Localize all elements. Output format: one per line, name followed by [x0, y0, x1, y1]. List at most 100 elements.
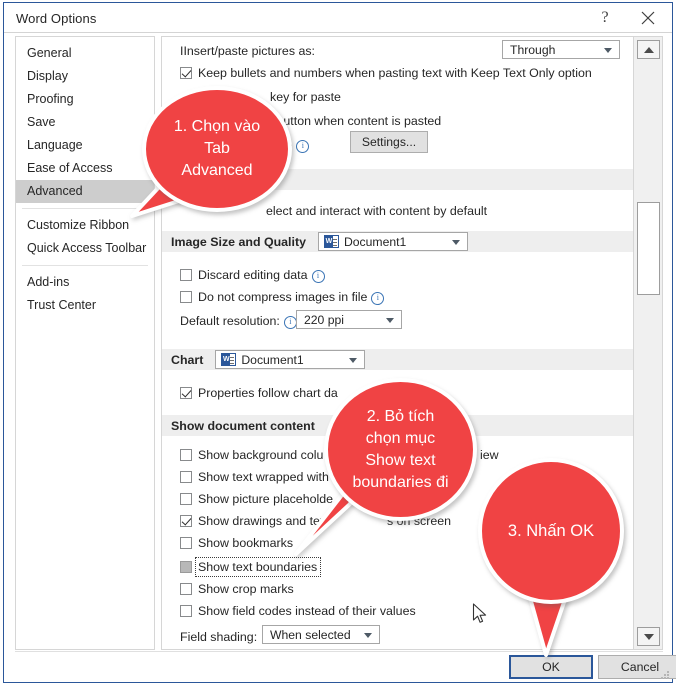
sidebar-item-quick-access-toolbar[interactable]: Quick Access Toolbar: [16, 237, 154, 260]
show-paste-options-label: ns button when content is pasted: [260, 114, 442, 128]
show-bookmarks-checkbox[interactable]: [180, 537, 192, 549]
select-interact-label: elect and interact with content by defau…: [266, 204, 488, 218]
do-not-compress-label: Do not compress images in file: [198, 290, 368, 304]
use-draft-font-label: Use draft font in Draft and Outline view: [198, 648, 411, 649]
sidebar-item-display[interactable]: Display: [16, 65, 154, 88]
show-document-content-title: Show document content: [171, 418, 315, 433]
info-icon[interactable]: i: [311, 270, 325, 283]
select-interact-row[interactable]: elect and interact with content by defau…: [266, 203, 487, 219]
image-size-quality-title: Image Size and Quality: [171, 234, 306, 249]
options-content-pane: IInsert/paste pictures as: Through Keep …: [161, 36, 663, 650]
image-scope-combo[interactable]: Document1: [317, 232, 468, 251]
show-background-colors-checkbox[interactable]: [180, 449, 192, 461]
callout-1-tail: [130, 154, 190, 218]
insert-key-for-paste-row[interactable]: key for paste: [270, 89, 341, 105]
info-icon[interactable]: i: [296, 140, 310, 153]
chevron-down-icon: [349, 357, 358, 363]
smart-cut-paste-label: paste: [262, 138, 293, 152]
scrollbar-thumb[interactable]: [637, 202, 660, 295]
cancel-button-label: Cancel: [620, 660, 660, 674]
show-paste-options-row[interactable]: ns button when content is pasted: [260, 113, 441, 129]
show-document-content-section: Show document content: [162, 415, 634, 436]
triangle-down-icon: [643, 633, 654, 640]
show-bookmarks-label: Show bookmarks: [198, 536, 294, 550]
ok-button-label: OK: [542, 660, 560, 674]
chart-section: Chart Document1: [162, 349, 634, 370]
use-draft-font-checkbox[interactable]: [180, 649, 192, 650]
show-background-colors-label-tail: iew: [480, 448, 499, 462]
default-resolution-label: Default resolution: i: [180, 313, 297, 329]
show-crop-marks-checkbox[interactable]: [180, 583, 192, 595]
callout-3-tail: [520, 567, 576, 657]
show-text-boundaries-row[interactable]: Show text boundaries: [180, 557, 322, 577]
word-document-icon: [221, 353, 237, 366]
show-field-codes-checkbox[interactable]: [180, 605, 192, 617]
title-bar: Word Options ?: [4, 3, 672, 33]
category-sidebar[interactable]: General Display Proofing Save Language E…: [15, 36, 155, 650]
properties-follow-chart-row[interactable]: Properties follow chart da: [180, 385, 338, 401]
show-drawings-checkbox[interactable]: [180, 515, 192, 527]
chevron-down-icon: [386, 317, 394, 323]
settings-button[interactable]: Settings...: [350, 131, 428, 153]
insert-paste-pictures-combo[interactable]: Through: [502, 40, 620, 59]
resize-grip-icon[interactable]: [658, 668, 670, 680]
default-resolution-value: 220 ppi: [304, 312, 344, 327]
chevron-down-icon: [604, 47, 612, 53]
word-document-icon: [323, 235, 339, 248]
field-shading-label: Field shading:: [180, 630, 258, 644]
do-not-compress-checkbox[interactable]: [180, 291, 192, 303]
show-drawings-label-tail: s on screen: [387, 514, 452, 528]
properties-follow-chart-checkbox[interactable]: [180, 387, 192, 399]
field-shading-combo[interactable]: When selected: [262, 625, 380, 644]
chart-scope-combo[interactable]: Document1: [215, 350, 366, 369]
scroll-down-button[interactable]: [637, 627, 660, 646]
insert-paste-pictures-value: Through: [510, 42, 556, 57]
discard-editing-data-row[interactable]: Discard editing data i: [180, 267, 325, 283]
content-scrollbar[interactable]: [633, 37, 662, 649]
keep-bullets-row[interactable]: Keep bullets and numbers when pasting te…: [180, 65, 592, 81]
insert-paste-pictures-label: IInsert/paste pictures as:: [180, 44, 315, 58]
sidebar-item-trust-center[interactable]: Trust Center: [16, 294, 154, 317]
keep-bullets-label: Keep bullets and numbers when pasting te…: [198, 66, 592, 80]
close-icon: [641, 11, 655, 24]
do-not-compress-row[interactable]: Do not compress images in file i: [180, 289, 385, 305]
keep-bullets-checkbox[interactable]: [180, 67, 192, 79]
options-scroll-content: IInsert/paste pictures as: Through Keep …: [162, 37, 634, 649]
show-field-codes-row[interactable]: Show field codes instead of their values: [180, 603, 416, 619]
image-size-quality-section: Image Size and Quality Document1: [162, 231, 634, 252]
help-button[interactable]: ?: [585, 3, 625, 32]
sidebar-item-general[interactable]: General: [16, 42, 154, 65]
smart-cut-paste-row[interactable]: paste i: [262, 137, 310, 153]
triangle-up-icon: [643, 46, 654, 53]
chevron-down-icon: [364, 632, 372, 638]
sidebar-item-add-ins[interactable]: Add-ins: [16, 271, 154, 294]
close-button[interactable]: [628, 3, 668, 32]
callout-2-tail: [294, 462, 368, 556]
properties-follow-chart-label: Properties follow chart da: [198, 386, 338, 400]
discard-editing-data-checkbox[interactable]: [180, 269, 192, 281]
info-icon[interactable]: i: [283, 316, 297, 329]
scroll-up-button[interactable]: [637, 40, 660, 59]
sidebar-item-save[interactable]: Save: [16, 111, 154, 134]
field-shading-value: When selected: [270, 627, 351, 642]
info-icon[interactable]: i: [371, 292, 385, 305]
settings-button-label: Settings...: [361, 135, 417, 149]
insert-key-for-paste-label: key for paste: [270, 90, 341, 104]
sidebar-item-proofing[interactable]: Proofing: [16, 88, 154, 111]
use-draft-font-row[interactable]: Use draft font in Draft and Outline view: [180, 647, 411, 650]
default-resolution-combo[interactable]: 220 ppi: [296, 310, 402, 329]
show-field-codes-label: Show field codes instead of their values: [198, 604, 416, 618]
discard-editing-data-label: Discard editing data: [198, 268, 308, 282]
show-text-boundaries-checkbox[interactable]: [180, 561, 192, 573]
show-picture-placeholders-checkbox[interactable]: [180, 493, 192, 505]
page-title: Word Options: [16, 11, 97, 26]
question-mark-icon: ?: [601, 8, 609, 26]
show-bookmarks-row[interactable]: Show bookmarks: [180, 535, 293, 551]
chart-scope-value: Document1: [241, 352, 304, 367]
chart-section-title: Chart: [171, 352, 204, 367]
show-crop-marks-row[interactable]: Show crop marks: [180, 581, 294, 597]
sidebar-divider-2: [22, 265, 148, 266]
section-bar-blank: [162, 169, 634, 190]
chevron-down-icon: [451, 239, 460, 245]
show-text-wrapped-checkbox[interactable]: [180, 471, 192, 483]
